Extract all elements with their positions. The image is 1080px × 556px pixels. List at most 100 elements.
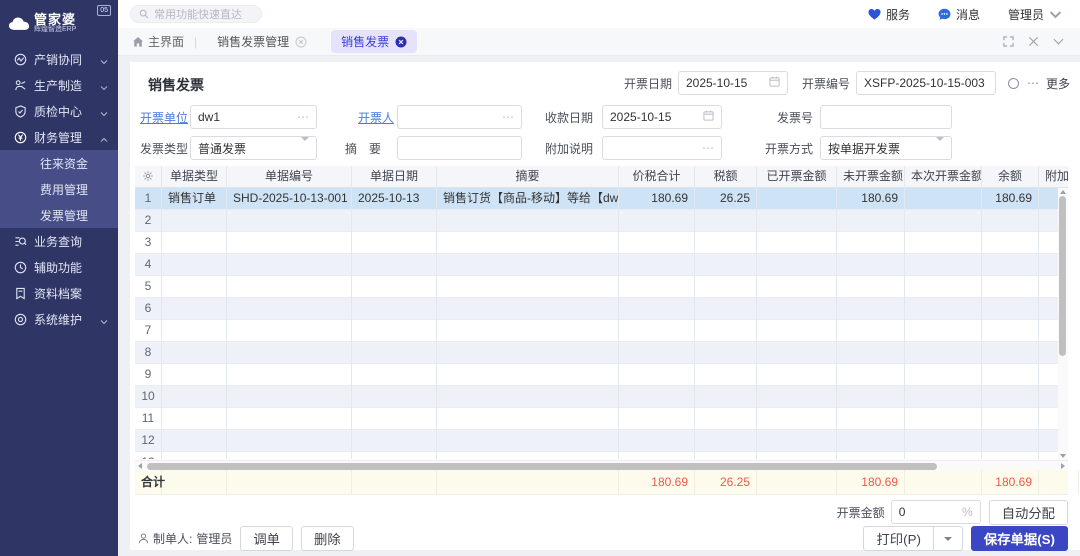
table-cell[interactable] [695, 232, 757, 254]
table-cell[interactable] [619, 342, 695, 364]
table-cell[interactable] [695, 430, 757, 452]
scroll-right-icon[interactable] [1061, 463, 1065, 469]
column-settings-gear-icon[interactable] [135, 166, 162, 188]
refresh-icon[interactable] [1008, 78, 1019, 89]
invoice-number-input[interactable] [820, 105, 952, 129]
table-cell[interactable] [227, 430, 352, 452]
table-cell[interactable] [227, 254, 352, 276]
table-cell[interactable] [905, 408, 982, 430]
table-cell[interactable] [227, 298, 352, 320]
table-cell[interactable] [619, 408, 695, 430]
table-cell[interactable] [162, 408, 227, 430]
table-cell[interactable] [905, 430, 982, 452]
scroll-down-icon[interactable] [1060, 454, 1066, 458]
table-cell[interactable] [227, 320, 352, 342]
table-cell[interactable] [757, 232, 837, 254]
table-row[interactable]: 7 [135, 320, 1068, 342]
table-cell[interactable] [982, 386, 1039, 408]
table-cell[interactable] [757, 364, 837, 386]
table-cell[interactable] [162, 320, 227, 342]
table-cell[interactable] [982, 232, 1039, 254]
quick-search-input[interactable]: 常用功能快速直达 [130, 5, 262, 23]
table-cell[interactable] [619, 232, 695, 254]
print-button[interactable]: 打印(P) [863, 526, 933, 551]
table-cell[interactable] [837, 254, 905, 276]
horizontal-scroll-thumb[interactable] [147, 463, 937, 470]
table-cell[interactable] [905, 188, 982, 210]
table-cell[interactable] [162, 342, 227, 364]
table-cell[interactable] [352, 276, 437, 298]
table-cell[interactable]: 180.69 [982, 188, 1039, 210]
table-cell[interactable] [837, 210, 905, 232]
table-cell[interactable] [437, 408, 619, 430]
tab-home[interactable]: 主界面 [132, 33, 184, 50]
table-cell[interactable] [619, 364, 695, 386]
table-cell[interactable] [437, 430, 619, 452]
table-cell[interactable] [227, 210, 352, 232]
more-options-icon[interactable]: ⋯ [1027, 76, 1040, 90]
more-link[interactable]: 更多 [1046, 75, 1070, 92]
table-cell[interactable]: 26.25 [695, 188, 757, 210]
table-cell[interactable] [352, 210, 437, 232]
table-cell[interactable] [982, 364, 1039, 386]
table-cell[interactable] [982, 342, 1039, 364]
table-cell[interactable] [905, 364, 982, 386]
column-header[interactable]: 价税合计 [619, 166, 695, 188]
table-cell[interactable] [437, 210, 619, 232]
table-cell[interactable] [695, 364, 757, 386]
table-cell[interactable] [905, 210, 982, 232]
table-cell[interactable] [757, 342, 837, 364]
table-cell[interactable] [227, 232, 352, 254]
table-cell[interactable] [695, 254, 757, 276]
sidebar-item[interactable]: 资料档案 [0, 280, 118, 306]
table-row[interactable]: 11 [135, 408, 1068, 430]
table-cell[interactable] [757, 188, 837, 210]
table-cell[interactable] [837, 364, 905, 386]
invoice-no-input[interactable]: XSFP-2025-10-15-003 [856, 71, 996, 95]
table-cell[interactable] [227, 276, 352, 298]
table-cell[interactable] [982, 276, 1039, 298]
table-cell[interactable]: 180.69 [619, 188, 695, 210]
table-cell[interactable] [619, 254, 695, 276]
table-cell[interactable] [619, 210, 695, 232]
table-cell[interactable] [905, 298, 982, 320]
table-cell[interactable] [757, 210, 837, 232]
column-header[interactable]: 单据编号 [227, 166, 352, 188]
table-cell[interactable] [619, 430, 695, 452]
extra-note-input[interactable]: ⋯ [602, 136, 722, 160]
table-cell[interactable] [352, 408, 437, 430]
table-cell[interactable] [837, 320, 905, 342]
table-cell[interactable] [162, 276, 227, 298]
column-header[interactable]: 本次开票金额 [905, 166, 982, 188]
tab-sales-invoice-mgmt[interactable]: 销售发票管理 [207, 30, 317, 53]
maximize-icon[interactable] [1003, 36, 1014, 47]
table-cell[interactable] [437, 364, 619, 386]
billing-unit-label[interactable]: 开票单位 [140, 109, 188, 126]
table-cell[interactable] [437, 254, 619, 276]
table-cell[interactable] [757, 276, 837, 298]
sidebar-item[interactable]: 财务管理 [0, 124, 118, 150]
messages-menu[interactable]: 消息 [938, 6, 980, 23]
sidebar-subitem[interactable]: 费用管理 [0, 176, 118, 202]
auto-allocate-button[interactable]: 自动分配 [989, 500, 1068, 525]
user-menu[interactable]: 管理员 [1008, 6, 1062, 23]
table-cell[interactable] [352, 430, 437, 452]
table-cell[interactable] [619, 276, 695, 298]
save-document-button[interactable]: 保存单据(S) [971, 526, 1068, 551]
collapse-icon[interactable] [1053, 36, 1064, 47]
sidebar-item[interactable]: 产销协同 [0, 46, 118, 72]
table-cell[interactable] [162, 364, 227, 386]
table-cell[interactable] [695, 386, 757, 408]
column-header[interactable]: 未开票金额 [837, 166, 905, 188]
table-cell[interactable] [352, 386, 437, 408]
table-cell[interactable] [352, 342, 437, 364]
tab-sales-invoice[interactable]: 销售发票 [331, 30, 417, 53]
table-cell[interactable] [837, 342, 905, 364]
table-row[interactable]: 5 [135, 276, 1068, 298]
column-header[interactable]: 单据日期 [352, 166, 437, 188]
sidebar-subitem[interactable]: 发票管理 [0, 202, 118, 228]
table-cell[interactable] [837, 298, 905, 320]
table-cell[interactable] [162, 430, 227, 452]
table-cell[interactable] [905, 254, 982, 276]
table-cell[interactable] [162, 254, 227, 276]
